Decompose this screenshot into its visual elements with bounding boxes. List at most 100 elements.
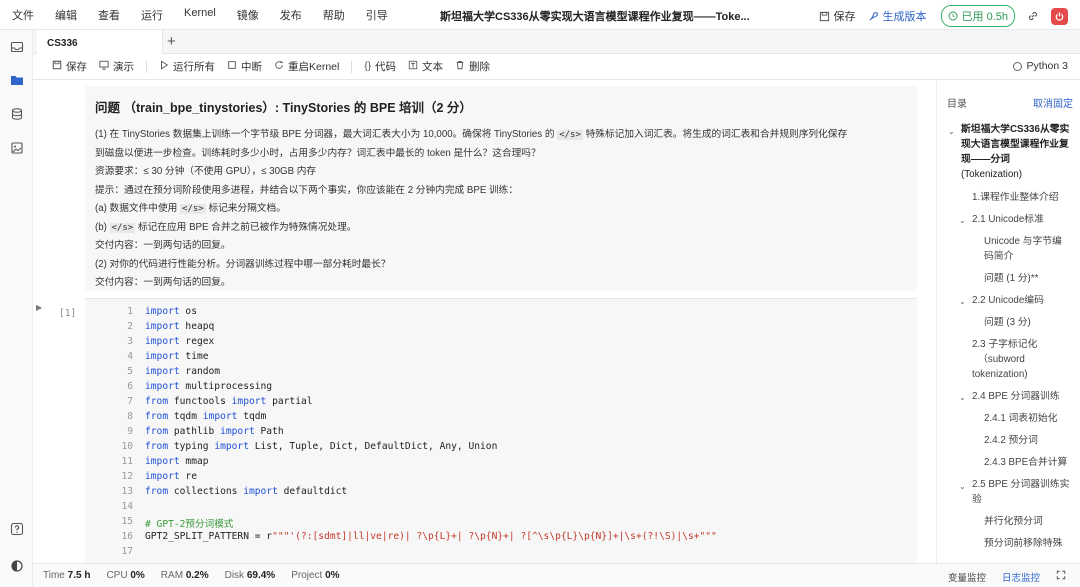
toc-item-2-3[interactable]: 2.3 子字标记化 （subword tokenization) [972,337,1037,382]
chevron-down-icon[interactable]: ⌄ [959,482,966,491]
markdown-heading: 问题 （train_bpe_tinystories）: TinyStories … [95,101,472,115]
menu-image[interactable]: 镜像 [237,7,259,23]
toc-item-2-4[interactable]: 2.4 BPE 分词器训练 [972,389,1060,404]
line-number: 14 [121,501,133,512]
present-button[interactable]: 演示 [99,59,134,74]
generate-version-label: 生成版本 [882,11,927,23]
theme-toggle-icon[interactable] [9,558,25,574]
chevron-down-icon[interactable]: ⌄ [959,393,966,402]
chevron-down-icon[interactable]: ⌄ [959,216,966,225]
toolbar-divider [351,60,353,73]
line-number: 12 [121,471,133,482]
top-menubar: 文件 编辑 查看 运行 Kernel 镜像 发布 帮助 引导 斯坦福大学CS33… [0,0,1080,30]
database-icon[interactable] [9,106,25,122]
code-line[interactable]: 16 GPT2_SPLIT_PATTERN = r """'(?:[sdmt]|ll… [85,531,717,546]
chevron-down-icon[interactable]: ⌄ [948,127,955,136]
interrupt-button[interactable]: 中断 [227,59,262,74]
line-number: 17 [121,546,133,557]
code-token: pathlib [168,426,221,437]
add-code-button[interactable]: {} 代码 [364,59,396,74]
code-line[interactable]: 9 from pathlib import Path [85,426,283,441]
code-line[interactable]: 13 from collections import defaultdict [85,486,347,501]
save-button[interactable]: 保存 [52,59,87,74]
code-token: import [202,411,238,422]
line-number: 10 [121,441,133,452]
kernel-status[interactable]: Python 3 [1012,60,1068,72]
log-monitor-button[interactable]: 日志监控 [1002,570,1040,584]
toc-item-2-1[interactable]: 2.1 Unicode标准 [972,212,1044,227]
delete-button[interactable]: 删除 [455,59,490,74]
code-line[interactable]: 3 import regex [85,336,214,351]
code-line[interactable]: 8 from tqdm import tqdm [85,411,266,426]
code-line[interactable]: 15 # GPT-2预分词模式 [85,516,233,531]
menu-kernel[interactable]: Kernel [184,7,216,23]
toc-item-2-4-2[interactable]: 2.4.2 预分词 [984,433,1038,448]
expand-icon[interactable] [1056,570,1066,584]
toc-item-2-2-1[interactable]: 问题 (3 分) [984,315,1031,330]
code-line[interactable]: 17 [85,546,145,561]
menu-edit[interactable]: 编辑 [55,7,77,23]
power-button[interactable] [1051,7,1068,25]
toc-item-2-5-2[interactable]: 预分词前移除特殊 [984,536,1062,551]
inline-code: </s> [557,130,583,140]
add-text-button[interactable]: 文本 [408,59,443,74]
menu-publish[interactable]: 发布 [280,7,302,23]
code-line[interactable]: 12 import re [85,471,197,486]
code-line[interactable]: 6 import multiprocessing [85,381,272,396]
collapse-arrow-icon[interactable]: ▶ [36,303,42,312]
toc-item-2-4-1[interactable]: 2.4.1 词表初始化 [984,411,1058,426]
code-token: regex [179,336,215,347]
generate-version-button[interactable]: 生成版本 [868,8,927,24]
help-icon[interactable] [9,521,25,537]
code-token: from [145,486,169,497]
line-number: 8 [127,411,133,422]
code-line[interactable]: 2 import heapq [85,321,214,336]
toc-item-2-4-3[interactable]: 2.4.3 BPE合并计算 [984,455,1067,470]
chevron-down-icon[interactable]: ⌄ [959,297,966,306]
save-label: 保存 [66,61,87,73]
rocket-icon [869,11,878,21]
menu-guide[interactable]: 引导 [366,7,388,23]
toc-item-main[interactable]: 斯坦福大学CS336从零实 现大语言模型课程作业复 现——分词 (Tokenizati… [961,122,1069,182]
markdown-cell[interactable]: 问题 （train_bpe_tinystories）: TinyStories … [85,86,917,291]
toc-item-2-2[interactable]: 2.2 Unicode编码 [972,293,1044,308]
toc-unpin-button[interactable]: 取消固定 [1033,95,1073,110]
toc-item-2-1-1[interactable]: Unicode 与字节编 码简介 [984,234,1062,264]
code-line[interactable]: 14 [85,501,145,516]
menu-help[interactable]: 帮助 [323,7,345,23]
code-line[interactable]: 10 from typing import List, Tuple, Dict, … [85,441,497,456]
restart-kernel-button[interactable]: 重启Kernel [274,59,339,74]
menu-run[interactable]: 运行 [141,7,163,23]
toc-item-2-5[interactable]: 2.5 BPE 分词器训练实验 [972,477,1069,507]
trash-icon [455,60,465,73]
code-line[interactable]: 11 import mmap [85,456,208,471]
code-line[interactable]: 4 import time [85,351,208,366]
image-icon[interactable] [9,140,25,156]
variable-monitor-button[interactable]: 变量监控 [948,570,986,584]
menu-file[interactable]: 文件 [12,7,34,23]
code-line[interactable]: 5 import random [85,366,220,381]
folder-icon[interactable] [9,72,25,88]
run-all-button[interactable]: 运行所有 [159,59,215,74]
notebook-area[interactable]: 问题 （train_bpe_tinystories）: TinyStories … [33,80,936,563]
toc-item-2-5-1[interactable]: 并行化预分词 [984,514,1043,529]
code-line[interactable]: 7 from functools import partial [85,396,312,411]
code-cell[interactable]: 1 import os 2 import heapq 3 import regex 4 imp… [85,298,917,563]
presentation-icon [99,60,109,73]
toc-item-1[interactable]: 1.课程作业整体介绍 [972,190,1059,205]
inbox-icon[interactable] [9,39,25,55]
toc-item-2-1-2[interactable]: 问题 (1 分)** [984,271,1038,286]
save-icon [819,11,829,21]
code-token: random [179,366,221,377]
tab-cs336[interactable]: CS336 [37,30,163,54]
code-icon: {} [364,61,372,72]
code-token: defaultdict [277,486,348,497]
add-tab-button[interactable]: + [167,33,176,50]
code-line[interactable]: 1 import os [85,306,197,321]
menu-view[interactable]: 查看 [98,7,120,23]
link-button[interactable] [1027,10,1039,22]
usage-label: 已用 0.5h [961,11,1008,23]
save-top-button[interactable]: 保存 [819,8,856,24]
code-token: """'(?:[sdmt]|ll|ve|re)| ?\p{L}+| ?\p{N}… [272,531,717,542]
code-token: tqdm [237,411,267,422]
